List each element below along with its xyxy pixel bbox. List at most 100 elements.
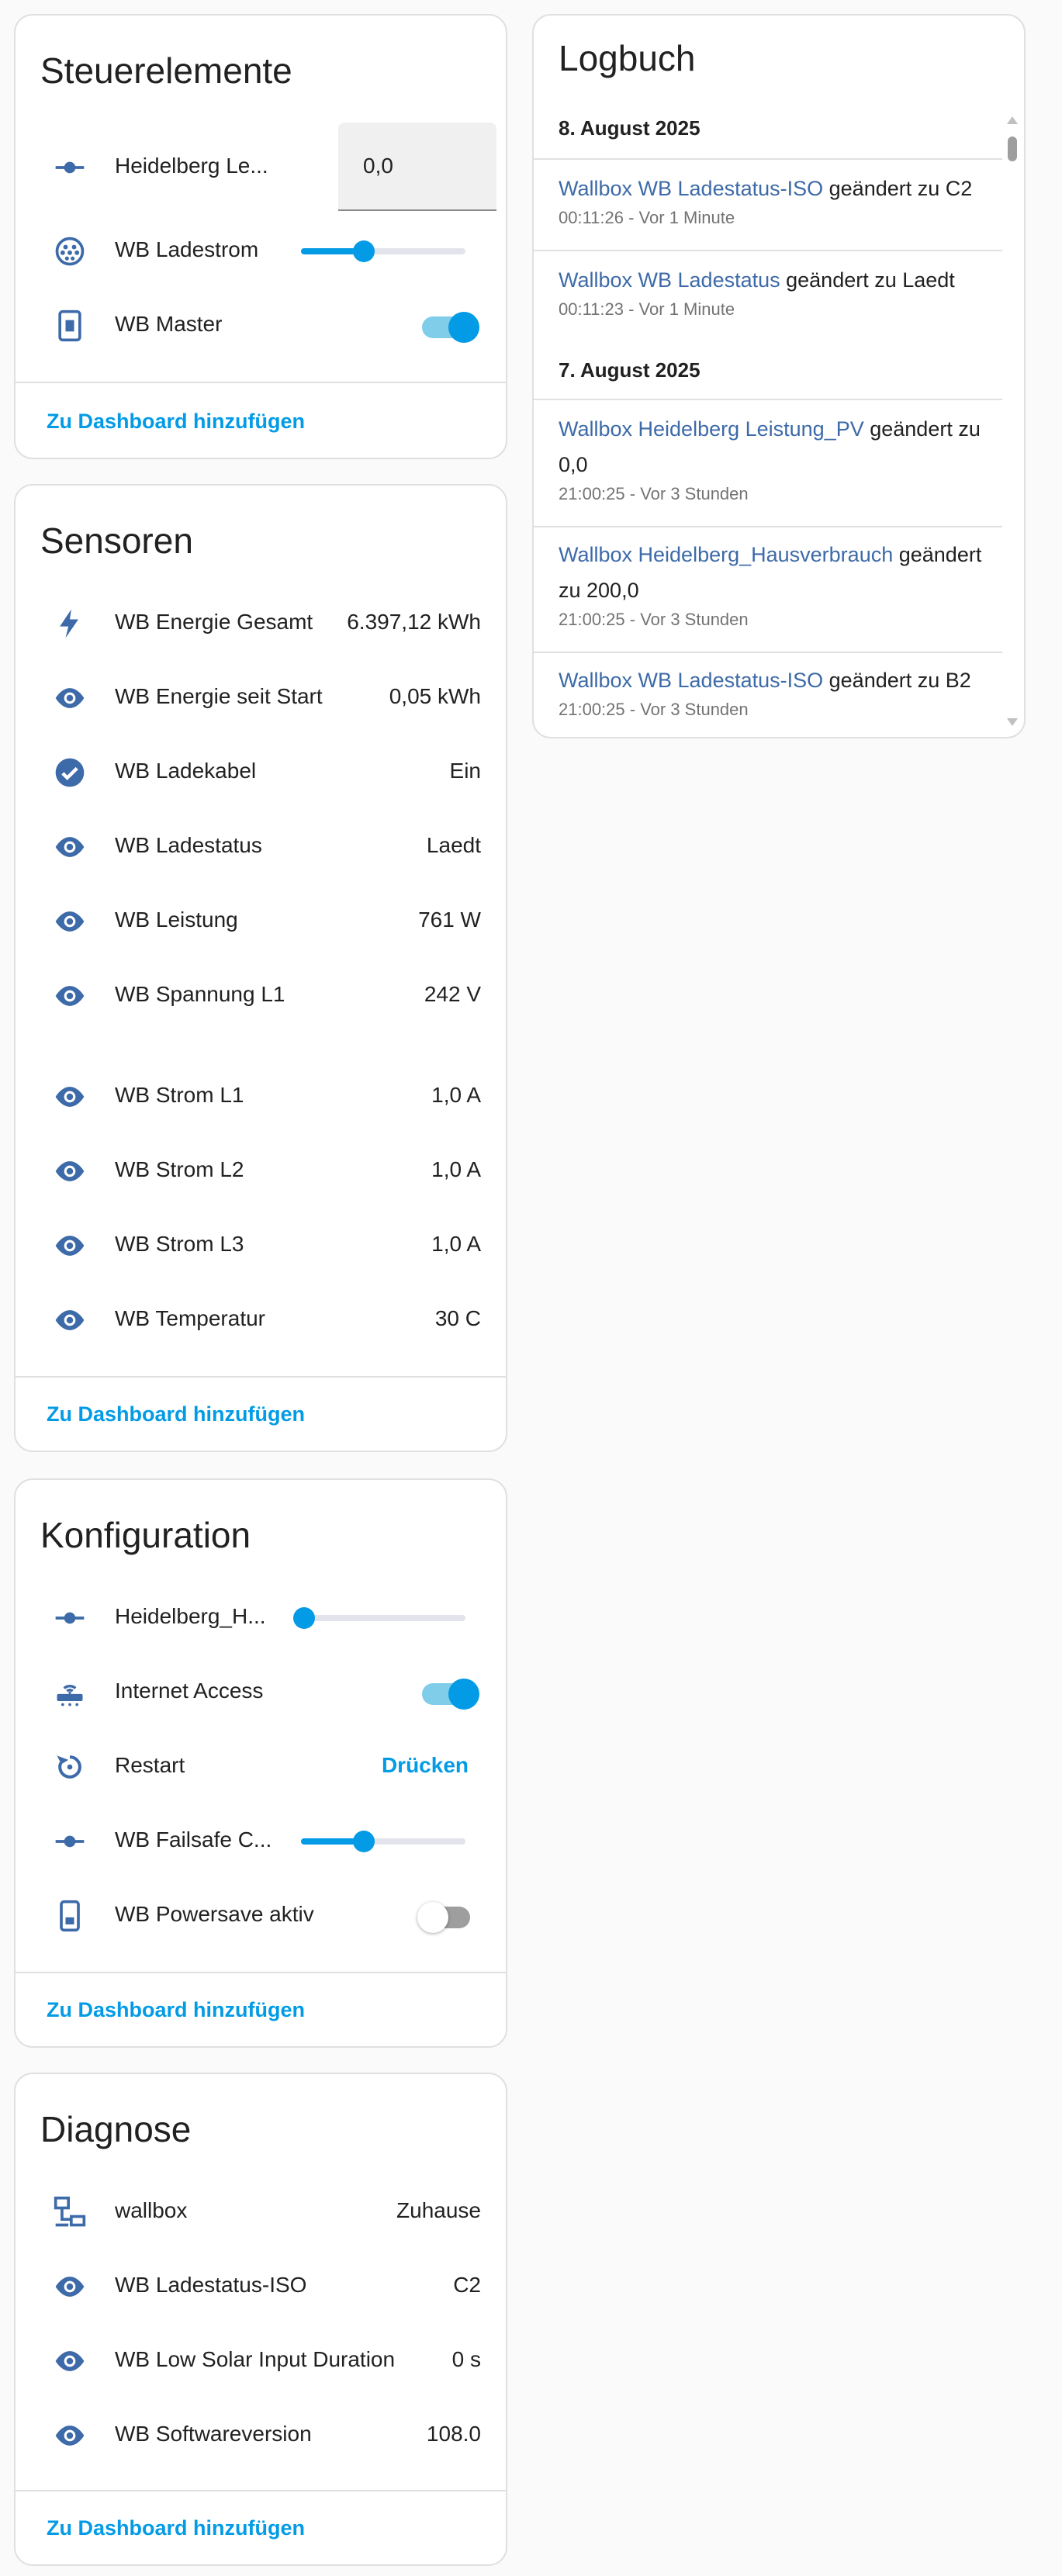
- row-label[interactable]: WB Failsafe C...: [115, 1827, 272, 1852]
- phone-battery-icon: [51, 1899, 88, 1933]
- sensors-card: Sensoren WB Energie Gesamt 6.397,12 kWh WB…: [14, 484, 507, 1452]
- failsafe-slider[interactable]: [301, 1831, 465, 1852]
- log-entry: Wallbox Heidelberg Leistung_PV geändert …: [559, 411, 1002, 504]
- entity-row[interactable]: WB Strom L2 1,0 A: [16, 1134, 506, 1208]
- logbook-title: Logbuch: [559, 38, 696, 78]
- log-text: geändert zu C2: [823, 177, 973, 200]
- log-separator: [534, 158, 1002, 160]
- scroll-down-arrow-icon[interactable]: [1007, 718, 1018, 726]
- log-entry: Wallbox WB Ladestatus-ISO geändert zu C2…: [559, 171, 1002, 228]
- slider-dot-icon: [51, 1824, 88, 1859]
- add-to-dashboard-button[interactable]: Zu Dashboard hinzufügen: [47, 1402, 305, 1426]
- powersave-toggle[interactable]: [417, 1902, 473, 1933]
- config-row-failsafe: WB Failsafe C...: [16, 1804, 506, 1879]
- press-button[interactable]: Drücken: [382, 1753, 469, 1778]
- row-label: WB Strom L3: [115, 1232, 244, 1256]
- divider: [16, 1972, 506, 1973]
- row-label[interactable]: Restart: [115, 1753, 185, 1778]
- ladestrom-slider[interactable]: [301, 240, 465, 262]
- row-value: 108.0: [426, 2422, 481, 2446]
- number-input[interactable]: 0,0: [338, 123, 496, 211]
- entity-row[interactable]: WB Leistung 761 W: [16, 884, 506, 959]
- divider: [16, 382, 506, 383]
- row-value: C2: [453, 2273, 481, 2297]
- log-entity-link[interactable]: Wallbox WB Ladestatus-ISO: [559, 669, 823, 692]
- slider-thumb[interactable]: [352, 1831, 375, 1852]
- log-text: geändert zu Laedt: [780, 268, 955, 292]
- row-value: 6.397,12 kWh: [347, 610, 481, 634]
- eye-icon: [51, 904, 88, 939]
- add-to-dashboard-button[interactable]: Zu Dashboard hinzufügen: [47, 1998, 305, 2022]
- slider-thumb[interactable]: [293, 1607, 316, 1629]
- config-row-restart: Restart Drücken: [16, 1730, 506, 1804]
- slider-thumb[interactable]: [352, 240, 375, 262]
- log-entity-link[interactable]: Wallbox WB Ladestatus-ISO: [559, 177, 823, 200]
- row-label: WB Energie Gesamt: [115, 610, 313, 634]
- eye-icon: [51, 681, 88, 715]
- log-time: 21:00:25 - Vor 3 Stunden: [559, 484, 749, 503]
- scrollbar-thumb[interactable]: [1008, 137, 1017, 161]
- entity-row[interactable]: WB Strom L1 1,0 A: [16, 1060, 506, 1134]
- row-label[interactable]: WB Master: [115, 312, 222, 337]
- entity-row[interactable]: WB Temperatur 30 C: [16, 1283, 506, 1357]
- entity-row[interactable]: WB Strom L3 1,0 A: [16, 1208, 506, 1283]
- row-label: WB Strom L1: [115, 1083, 244, 1107]
- control-row-master: WB Master: [16, 289, 506, 363]
- config-card: Konfiguration Heidelberg_H... Internet A…: [14, 1478, 507, 2048]
- flash-icon: [51, 607, 88, 641]
- eye-icon: [51, 1080, 88, 1114]
- config-row-powersave: WB Powersave aktiv: [16, 1879, 506, 1953]
- config-row-internet: Internet Access: [16, 1655, 506, 1730]
- scroll-up-arrow-icon[interactable]: [1007, 116, 1018, 124]
- eye-icon: [51, 1303, 88, 1337]
- heidelberg-h-slider[interactable]: [293, 1607, 465, 1629]
- row-label[interactable]: Heidelberg Le...: [115, 154, 268, 178]
- row-value: 1,0 A: [431, 1232, 481, 1256]
- card-title: Steuerelemente: [40, 50, 292, 91]
- row-value: 30 C: [434, 1306, 481, 1330]
- network-icon: [51, 2195, 88, 2229]
- entity-row[interactable]: WB Ladestatus Laedt: [16, 810, 506, 884]
- slider-dot-icon: [51, 1601, 88, 1635]
- eye-icon: [51, 1154, 88, 1188]
- eye-icon: [51, 830, 88, 864]
- internet-toggle[interactable]: [422, 1679, 479, 1710]
- eye-icon: [51, 2419, 88, 2453]
- entity-row[interactable]: WB Softwareversion 108.0: [16, 2398, 506, 2473]
- entity-row[interactable]: WB Energie Gesamt 6.397,12 kWh: [16, 586, 506, 661]
- log-separator: [534, 399, 1002, 400]
- row-value: 761 W: [418, 908, 481, 932]
- row-label[interactable]: WB Ladestrom: [115, 237, 258, 262]
- controls-card: Steuerelemente Heidelberg Le... 0,0 WB L…: [14, 14, 507, 459]
- log-separator: [534, 250, 1002, 251]
- row-label: WB Softwareversion: [115, 2422, 312, 2446]
- restart-icon: [51, 1750, 88, 1784]
- master-toggle[interactable]: [422, 312, 479, 343]
- entity-row[interactable]: WB Low Solar Input Duration 0 s: [16, 2324, 506, 2398]
- entity-row[interactable]: WB Spannung L1 242 V: [16, 959, 506, 1033]
- card-title: Diagnose: [40, 2109, 192, 2149]
- row-label[interactable]: WB Powersave aktiv: [115, 1902, 314, 1927]
- row-value: Zuhause: [396, 2198, 481, 2222]
- log-time: 21:00:25 - Vor 3 Stunden: [559, 610, 749, 629]
- eye-icon: [51, 979, 88, 1013]
- row-label[interactable]: Heidelberg_H...: [115, 1604, 266, 1629]
- diag-card: Diagnose wallbox Zuhause WB Ladestatus-ISO…: [14, 2073, 507, 2566]
- router-icon: [51, 1675, 88, 1710]
- log-entity-link[interactable]: Wallbox WB Ladestatus: [559, 268, 780, 292]
- row-label: wallbox: [115, 2198, 188, 2222]
- log-entry: Wallbox Heidelberg_Hausverbrauch geänder…: [559, 537, 1002, 630]
- entity-row[interactable]: wallbox Zuhause: [16, 2175, 506, 2249]
- entity-row[interactable]: WB Ladekabel Ein: [16, 735, 506, 810]
- entity-row[interactable]: WB Ladestatus-ISO C2: [16, 2249, 506, 2324]
- log-entity-link[interactable]: Wallbox Heidelberg Leistung_PV: [559, 417, 864, 441]
- log-scrollbar[interactable]: [1005, 113, 1019, 734]
- add-to-dashboard-button[interactable]: Zu Dashboard hinzufügen: [47, 410, 305, 434]
- row-label: WB Low Solar Input Duration: [115, 2347, 396, 2371]
- add-to-dashboard-button[interactable]: Zu Dashboard hinzufügen: [47, 2516, 305, 2540]
- row-label[interactable]: Internet Access: [115, 1679, 263, 1703]
- log-entity-link[interactable]: Wallbox Heidelberg_Hausverbrauch: [559, 543, 893, 566]
- entity-row[interactable]: WB Energie seit Start 0,05 kWh: [16, 661, 506, 735]
- log-text: geändert zu B2: [823, 669, 971, 692]
- log-entry: Wallbox WB Ladestatus geändert zu Laedt …: [559, 262, 1002, 320]
